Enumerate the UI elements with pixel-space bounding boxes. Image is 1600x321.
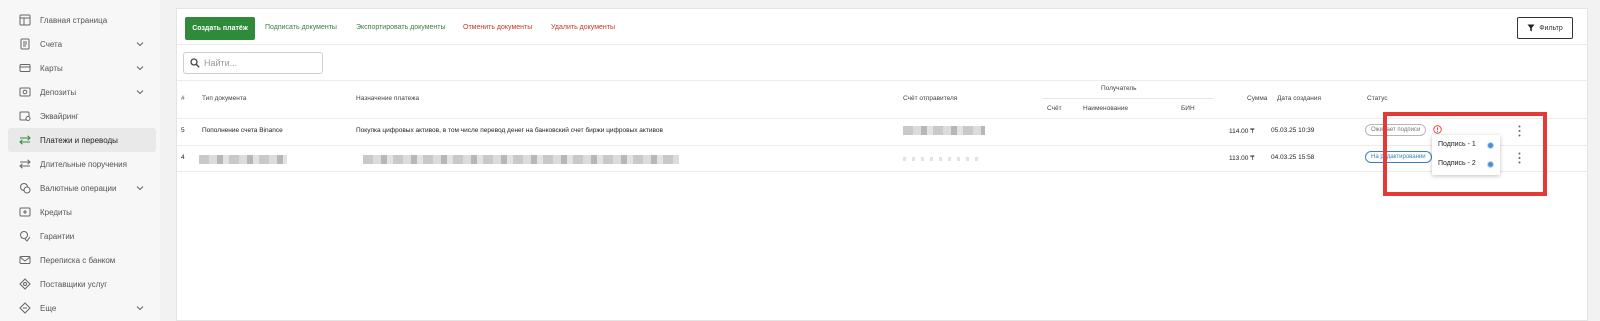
redacted-sender-account <box>903 157 978 161</box>
row-doc-type: Пополнение счета Binance <box>202 127 283 134</box>
search-input[interactable]: Найти... <box>183 52 323 74</box>
divider <box>177 145 1587 146</box>
column-header-recipient-name[interactable]: Наименование <box>1083 105 1128 112</box>
sidebar-item-label: Платежи и переводы <box>40 135 118 145</box>
search-icon <box>190 58 200 68</box>
row-amount: 114.00 ₸ <box>1229 128 1255 135</box>
sidebar-item-credits[interactable]: Кредиты <box>8 200 156 224</box>
sign-documents-link[interactable]: Подписать документы <box>265 24 337 31</box>
sidebar-item-label: Эквайринг <box>40 111 79 121</box>
filter-label: Фильтр <box>1539 24 1563 32</box>
sidebar-item-label: Гарантии <box>40 231 75 241</box>
chevron-down-icon[interactable] <box>136 304 144 312</box>
services-icon <box>18 277 32 291</box>
card-icon <box>18 61 32 75</box>
toolbar: Создать платёж Подписать документы Экспо… <box>177 9 1587 45</box>
redacted-purpose <box>363 155 679 164</box>
chevron-down-icon[interactable] <box>136 184 144 192</box>
column-header-recipient-account[interactable]: Счёт <box>1047 105 1062 112</box>
highlight-annotation <box>1383 112 1547 196</box>
sidebar-item-payments[interactable]: Платежи и переводы <box>8 128 156 152</box>
transfer-icon <box>18 133 32 147</box>
column-header-status[interactable]: Статус <box>1367 95 1388 102</box>
column-header-created[interactable]: Дата создания <box>1277 95 1321 102</box>
sidebar-item-home[interactable]: Главная страница <box>8 8 156 32</box>
search-placeholder: Найти... <box>204 58 238 68</box>
chevron-down-icon[interactable] <box>136 64 144 72</box>
sidebar-item-deposits[interactable]: Депозиты <box>8 80 156 104</box>
sidebar-item-correspondence[interactable]: Переписка с банком <box>8 248 156 272</box>
guarantee-icon <box>18 229 32 243</box>
more-icon <box>18 301 32 315</box>
column-header-recipient: Получатель <box>1101 85 1137 92</box>
sidebar-item-label: Главная страница <box>40 15 108 25</box>
sidebar-item-label: Поставщики услуг <box>40 279 108 289</box>
document-icon <box>18 37 32 51</box>
mail-icon <box>18 253 32 267</box>
sidebar-item-accounts[interactable]: Счета <box>8 32 156 56</box>
sidebar-item-more[interactable]: Еще <box>8 296 156 320</box>
payments-panel: Создать платёж Подписать документы Экспо… <box>176 8 1588 321</box>
row-purpose: Покупка цифровых активов, в том числе пе… <box>356 127 663 134</box>
cancel-documents-link[interactable]: Отменить документы <box>463 24 532 31</box>
credit-icon <box>18 205 32 219</box>
sidebar-item-acquiring[interactable]: Эквайринг <box>8 104 156 128</box>
row-created: 04.03.25 15:58 <box>1271 154 1315 161</box>
home-icon <box>18 13 32 27</box>
sidebar-item-label: Кредиты <box>40 207 72 217</box>
sidebar-item-guarantees[interactable]: Гарантии <box>8 224 156 248</box>
column-header-sender-account[interactable]: Счёт отправителя <box>903 95 957 102</box>
terminal-icon <box>18 109 32 123</box>
redacted-sender-account <box>903 126 985 135</box>
column-header-num: # <box>181 95 185 102</box>
transfer-icon <box>18 157 32 171</box>
sidebar-item-currency[interactable]: Валютные операции <box>8 176 156 200</box>
recipient-divider <box>1043 98 1213 99</box>
row-created: 05.03.25 10:39 <box>1271 127 1315 134</box>
sidebar: Главная страница Счета Карты Депозиты Эк… <box>0 0 160 321</box>
chevron-down-icon[interactable] <box>136 40 144 48</box>
row-amount: 113.00 ₸ <box>1229 155 1255 162</box>
filter-button[interactable]: Фильтр <box>1517 17 1573 39</box>
divider <box>177 118 1587 119</box>
chevron-down-icon[interactable] <box>136 88 144 96</box>
divider <box>177 80 1587 81</box>
sidebar-item-label: Переписка с банком <box>40 255 116 265</box>
currency-icon <box>18 181 32 195</box>
row-num: 5 <box>181 127 185 134</box>
sidebar-item-label: Длительные поручения <box>40 159 127 169</box>
column-header-amount[interactable]: Сумма <box>1247 95 1267 102</box>
column-header-purpose[interactable]: Назначение платежа <box>356 95 419 102</box>
column-header-doc-type[interactable]: Тип документа <box>202 95 246 102</box>
row-num: 4 <box>181 154 185 161</box>
deposit-icon <box>18 85 32 99</box>
sidebar-item-cards[interactable]: Карты <box>8 56 156 80</box>
column-header-recipient-bin[interactable]: БИН <box>1181 105 1195 112</box>
sidebar-item-standing-orders[interactable]: Длительные поручения <box>8 152 156 176</box>
export-documents-link[interactable]: Экспортировать документы <box>356 24 446 31</box>
redacted-doc-type <box>199 155 287 164</box>
delete-documents-link[interactable]: Удалить документы <box>551 24 615 31</box>
create-payment-button[interactable]: Создать платёж <box>185 17 255 40</box>
filter-icon <box>1527 24 1535 32</box>
sidebar-item-service-providers[interactable]: Поставщики услуг <box>8 272 156 296</box>
divider <box>177 171 1587 172</box>
